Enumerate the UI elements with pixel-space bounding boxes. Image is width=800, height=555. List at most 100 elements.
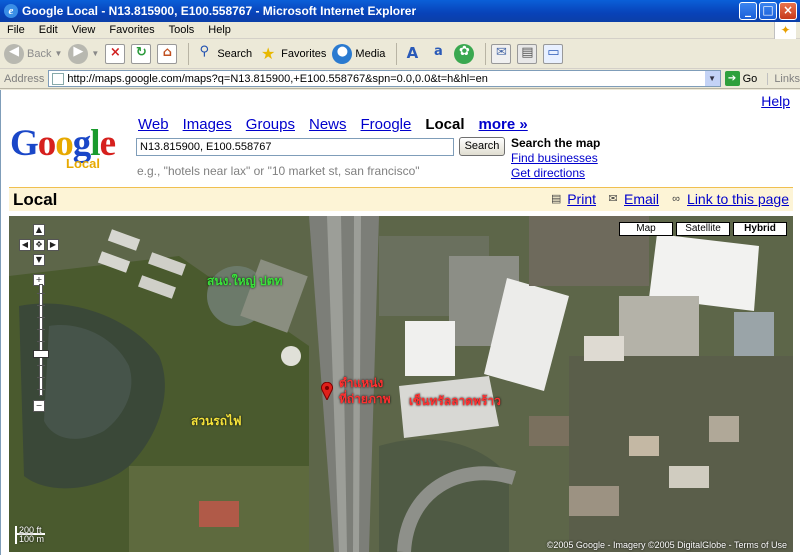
- toolbar-separator: [396, 42, 398, 65]
- map-label-rotfai-park: สวนรถไฟ: [191, 414, 242, 428]
- refresh-button[interactable]: ↻: [131, 42, 152, 66]
- media-globe-icon: ●: [332, 43, 353, 64]
- favorites-button[interactable]: ★ Favorites: [258, 42, 326, 66]
- search-submit-button[interactable]: Search: [459, 137, 505, 156]
- map-marker-icon[interactable]: [321, 382, 333, 400]
- search-tabs: Web Images Groups News Froogle Local mor…: [138, 116, 528, 133]
- menu-help[interactable]: Help: [201, 24, 238, 36]
- menu-view[interactable]: View: [65, 24, 103, 36]
- tab-froogle[interactable]: Froogle: [361, 116, 412, 133]
- stop-icon: ×: [105, 43, 126, 64]
- google-local-logo[interactable]: Google Local: [10, 124, 130, 174]
- mail-button[interactable]: ✉: [491, 42, 512, 66]
- search-the-map-label: Search the map: [511, 136, 601, 150]
- logo-local-text: Local: [66, 156, 100, 171]
- print-link[interactable]: ▤ Print: [549, 191, 596, 207]
- menu-bar: File Edit View Favorites Tools Help ✦: [0, 22, 800, 39]
- back-button[interactable]: ◀ Back ▼: [4, 42, 62, 66]
- local-title: Local: [13, 189, 58, 209]
- mail-icon: ✉: [491, 43, 512, 64]
- help-link[interactable]: Help: [761, 93, 790, 109]
- font-size-icon: A: [406, 43, 419, 62]
- tab-web[interactable]: Web: [138, 116, 169, 133]
- envelope-icon: ✉: [608, 193, 618, 205]
- zoom-slider-track[interactable]: [37, 284, 45, 396]
- address-input[interactable]: http://maps.google.com/maps?q=N13.815900…: [48, 70, 721, 87]
- title-bar[interactable]: e Google Local - N13.815900, E100.558767…: [0, 0, 800, 22]
- search-input[interactable]: N13.815900, E100.558767: [136, 138, 454, 156]
- back-label: Back: [27, 47, 52, 60]
- pan-up-button[interactable]: ▲: [33, 224, 45, 236]
- menu-favorites[interactable]: Favorites: [102, 24, 161, 36]
- menu-tools[interactable]: Tools: [162, 24, 202, 36]
- address-label: Address: [4, 72, 45, 85]
- map-type-satellite-button[interactable]: Satellite: [676, 222, 730, 236]
- toolbar-separator: [188, 42, 190, 65]
- scale-m: 100 m: [15, 535, 51, 544]
- home-button[interactable]: ⌂: [157, 42, 178, 66]
- page-icon: [52, 72, 65, 85]
- address-dropdown-icon[interactable]: ▼: [704, 71, 720, 86]
- edit-page-button[interactable]: ▭: [543, 42, 564, 66]
- ie-window: e Google Local - N13.815900, E100.558767…: [0, 0, 800, 555]
- zoom-slider-thumb[interactable]: [33, 350, 49, 358]
- tab-news[interactable]: News: [309, 116, 347, 133]
- satellite-imagery: [9, 216, 793, 552]
- close-button[interactable]: ×: [779, 2, 797, 20]
- pan-center-button[interactable]: ✥: [33, 239, 45, 251]
- email-link[interactable]: ✉ Email: [606, 191, 659, 207]
- map-type-map-button[interactable]: Map: [619, 222, 673, 236]
- pan-down-button[interactable]: ▼: [33, 254, 45, 266]
- address-url: http://maps.google.com/maps?q=N13.815900…: [67, 72, 488, 85]
- printer-icon: ▤: [517, 43, 538, 64]
- forward-dropdown-icon[interactable]: ▼: [91, 49, 99, 58]
- menu-file[interactable]: File: [0, 24, 32, 36]
- link-to-page-link[interactable]: ∞ Link to this page: [669, 191, 789, 207]
- refresh-icon: ↻: [131, 43, 152, 64]
- find-businesses-link[interactable]: Find businesses: [511, 151, 600, 166]
- back-arrow-icon: ◀: [4, 43, 24, 64]
- get-directions-link[interactable]: Get directions: [511, 166, 600, 181]
- window-title: Google Local - N13.815900, E100.558767 -…: [22, 4, 417, 18]
- favorites-label: Favorites: [281, 47, 327, 60]
- maximize-button[interactable]: □: [759, 2, 777, 20]
- page-content: Help Google Local Web Images Groups News…: [0, 90, 800, 555]
- stop-button[interactable]: ×: [105, 42, 126, 66]
- tab-groups[interactable]: Groups: [246, 116, 295, 133]
- tab-images[interactable]: Images: [183, 116, 232, 133]
- local-header-bar: Local ▤ Print ✉ Email ∞ Link to this pag…: [9, 187, 793, 211]
- back-dropdown-icon[interactable]: ▼: [54, 49, 62, 58]
- edit-window-icon: ▭: [543, 43, 564, 64]
- map-label-central-ladprao: เซ็นทรัลลาดพร้าว: [409, 394, 501, 408]
- map-type-hybrid-button[interactable]: Hybrid: [733, 222, 787, 236]
- font-size-button[interactable]: A: [402, 42, 422, 66]
- search-icon: ⚲: [199, 43, 210, 59]
- toolbar-separator: [485, 42, 487, 65]
- map-scale-bar: 200 ft 100 m: [15, 526, 51, 544]
- forward-button[interactable]: ▶ ▼: [68, 42, 99, 66]
- tab-local: Local: [425, 116, 465, 133]
- links-button[interactable]: Links: [767, 72, 800, 85]
- tab-more[interactable]: more »: [479, 116, 528, 133]
- media-button[interactable]: ● Media: [332, 42, 385, 66]
- forward-arrow-icon: ▶: [68, 43, 89, 64]
- address-bar: Address http://maps.google.com/maps?q=N1…: [0, 69, 800, 89]
- map-label-photo-position-2: ที่ถ่ายภาพ: [339, 392, 391, 406]
- zoom-out-button[interactable]: −: [33, 400, 45, 412]
- print-toolbar-button[interactable]: ▤: [517, 42, 538, 66]
- pan-right-button[interactable]: ▶: [47, 239, 59, 251]
- printer-icon: ▤: [551, 193, 562, 205]
- minimize-button[interactable]: _: [739, 2, 757, 20]
- search-hint: e.g., "hotels near lax" or "10 market st…: [137, 164, 420, 178]
- pan-left-button[interactable]: ◀: [19, 239, 31, 251]
- go-label: Go: [742, 72, 758, 85]
- go-button[interactable]: ➔ Go: [724, 71, 758, 86]
- search-button[interactable]: ⚲ Search: [194, 42, 253, 66]
- messenger-button[interactable]: ✿: [454, 42, 475, 66]
- messenger-icon: ✿: [454, 43, 475, 64]
- search-label: Search: [217, 47, 253, 60]
- satellite-map[interactable]: Map Satellite Hybrid ▲ ◀ ✥ ▶ ▼ + − สนง.ใ…: [9, 216, 793, 552]
- encoding-button[interactable]: a: [428, 42, 448, 66]
- menu-edit[interactable]: Edit: [32, 24, 65, 36]
- search-options: Search the map Find businesses Get direc…: [511, 136, 600, 181]
